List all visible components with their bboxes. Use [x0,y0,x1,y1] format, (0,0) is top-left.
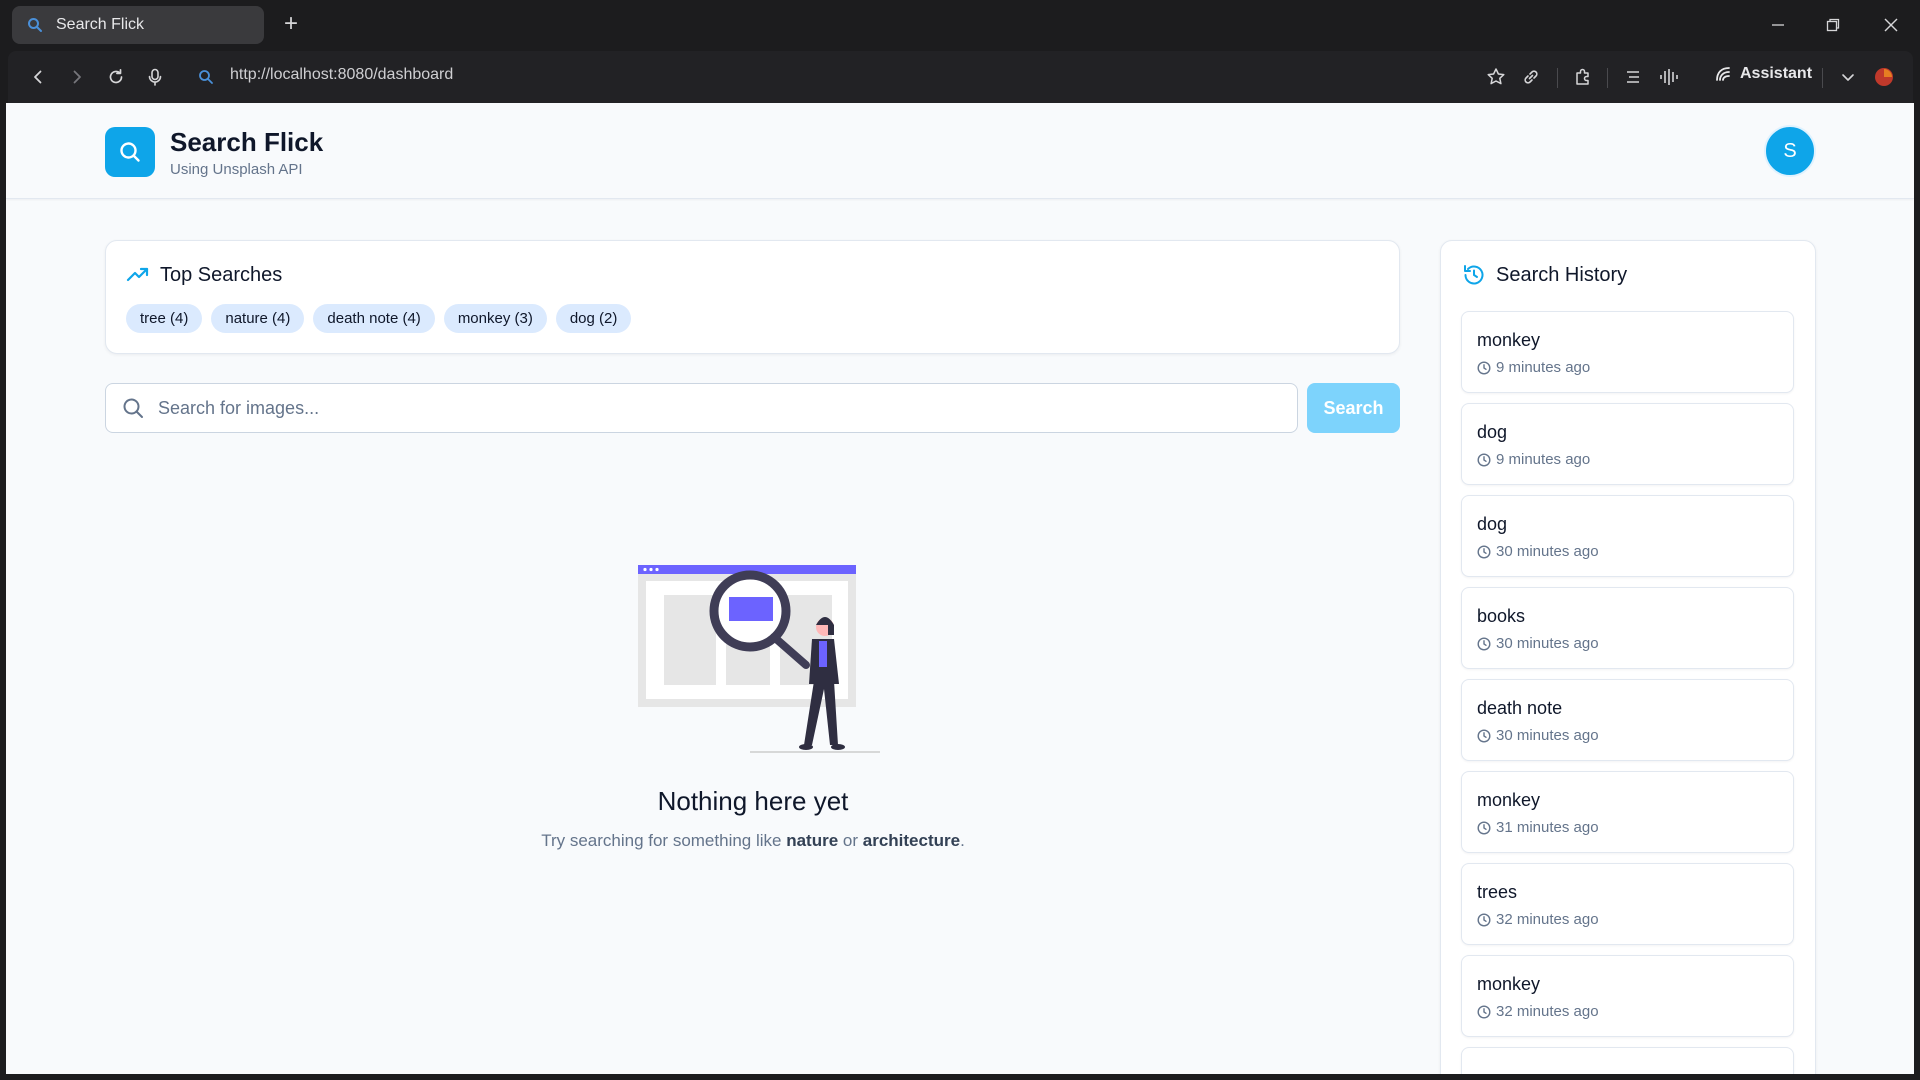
history-item[interactable]: dog 9 minutes ago [1461,403,1794,485]
new-tab-button[interactable]: + [278,12,304,38]
history-term: monkey [1477,974,1541,994]
back-icon[interactable] [26,65,50,89]
example-architecture: architecture [862,831,961,850]
search-chip[interactable]: monkey (3) [443,304,547,333]
tab-title: Search Flick [56,16,145,33]
search-icon [120,142,140,162]
top-searches-title: Top Searches [160,263,283,286]
minimize-icon[interactable] [1764,12,1792,38]
address-bar[interactable]: http://localhost:8080/dashboard [230,66,453,84]
search-input[interactable] [158,397,1258,419]
clock-icon [1477,820,1491,835]
app-header: Search Flick Using Unsplash API S [6,103,1914,199]
history-time: 9 minutes ago [1477,359,1590,376]
history-time: 9 minutes ago [1477,451,1590,468]
clock-icon [1477,912,1491,927]
history-term: trees [1477,882,1518,902]
profile-icon[interactable] [1872,65,1896,89]
menu-lines-icon[interactable] [1621,65,1645,89]
history-time: 32 minutes ago [1477,1003,1599,1020]
history-icon [1464,265,1484,285]
search-icon [26,16,44,34]
assistant-label: Assistant [1740,65,1813,82]
address-search-icon [194,65,218,89]
clock-icon [1477,360,1491,375]
history-item[interactable]: monkey 31 minutes ago [1461,771,1794,853]
history-time: 31 minutes ago [1477,819,1599,836]
history-item[interactable]: monkey 32 minutes ago [1461,955,1794,1037]
search-chip[interactable]: nature (4) [211,304,305,333]
trending-up-icon [126,267,149,282]
link-icon[interactable] [1519,65,1543,89]
clock-icon [1477,1004,1491,1019]
search-chip[interactable]: tree (4) [126,304,203,333]
search-icon [123,398,143,418]
forward-icon[interactable] [65,65,89,89]
browser-titlebar: Search Flick + [0,0,1920,51]
app-subtitle: Using Unsplash API [170,161,303,178]
avatar[interactable]: S [1764,125,1816,177]
history-term: death note [1477,698,1563,718]
history-term: monkey [1477,330,1541,350]
clock-icon [1477,636,1491,651]
chevron-down-icon[interactable] [1836,65,1860,89]
clock-icon [1477,544,1491,559]
history-item[interactable]: books 30 minutes ago [1461,587,1794,669]
history-term: books [1477,606,1526,626]
empty-state-illustration [638,565,880,753]
top-searches-card: Top Searches tree (4) nature (4) death n… [105,240,1400,354]
history-term: dog [1477,514,1508,534]
page-viewport: Search Flick Using Unsplash API S Top Se… [6,103,1914,1074]
search-box [105,383,1298,433]
history-term: monkey [1477,790,1541,810]
history-term: dog [1477,422,1508,442]
history-item[interactable]: trees 32 minutes ago [1461,863,1794,945]
history-time: 30 minutes ago [1477,543,1599,560]
history-item-partial[interactable] [1461,1047,1794,1074]
example-nature: nature [786,831,839,850]
clock-icon [1477,452,1491,467]
search-history-panel: Search History monkey 9 minutes ago dog … [1440,240,1816,1074]
browser-tab[interactable]: Search Flick [12,6,264,44]
history-item[interactable]: death note 30 minutes ago [1461,679,1794,761]
search-history-title: Search History [1496,263,1628,286]
toolbar-divider [1607,68,1608,88]
empty-state-text: Try searching for something like nature … [541,831,965,850]
search-chip[interactable]: death note (4) [313,304,435,333]
app-title: Search Flick [170,127,324,157]
logo[interactable] [105,127,155,177]
extensions-icon[interactable] [1571,65,1595,89]
top-searches-heading: Top Searches [126,263,282,287]
audio-wave-icon[interactable] [1657,65,1681,89]
toolbar-divider [1822,68,1823,88]
close-icon[interactable] [1877,12,1905,38]
history-item[interactable]: dog 30 minutes ago [1461,495,1794,577]
reload-icon[interactable] [104,65,128,89]
microphone-icon[interactable] [143,65,167,89]
toolbar-divider [1557,68,1558,88]
search-chip[interactable]: dog (2) [555,304,632,333]
history-time: 30 minutes ago [1477,727,1599,744]
search-history-heading: Search History [1462,263,1627,287]
assistant-button[interactable]: Assistant [1714,65,1812,83]
empty-state-title: Nothing here yet [657,786,849,816]
history-item[interactable]: monkey 9 minutes ago [1461,311,1794,393]
clock-icon [1477,728,1491,743]
history-time: 32 minutes ago [1477,911,1599,928]
bookmark-star-icon[interactable] [1484,65,1508,89]
top-searches-chips: tree (4) nature (4) death note (4) monke… [126,304,632,333]
search-button[interactable]: Search [1307,383,1400,433]
history-time: 30 minutes ago [1477,635,1599,652]
restore-icon[interactable] [1819,12,1847,38]
browser-toolbar: http://localhost:8080/dashboard Assistan… [8,51,1913,103]
assistant-icon [1716,67,1730,81]
